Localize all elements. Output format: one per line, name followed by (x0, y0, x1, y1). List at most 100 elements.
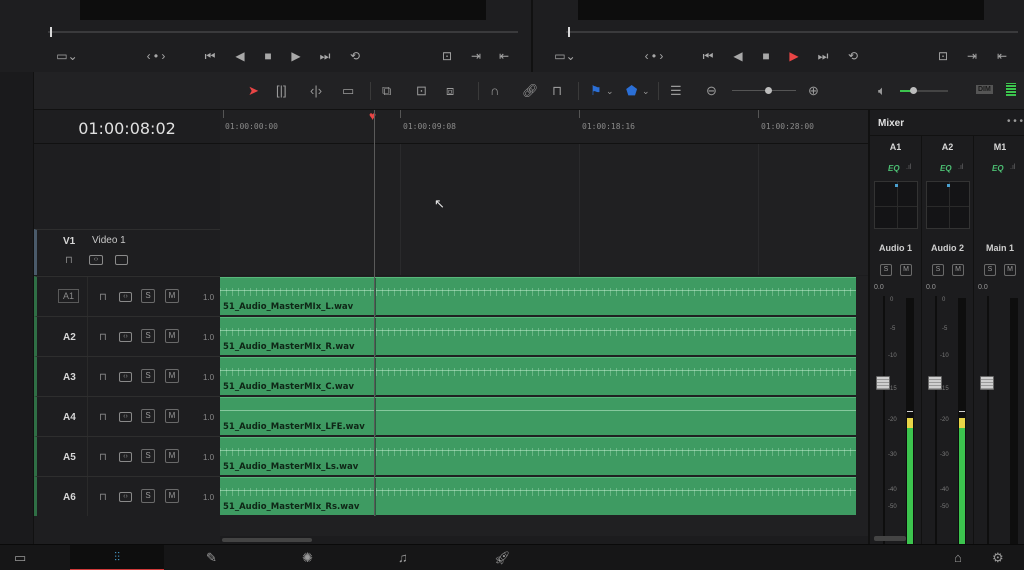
audio-clip[interactable]: 51_Audio_MasterMIx_Ls.wav (220, 437, 856, 476)
zoom-in-icon[interactable]: ⊕ (808, 83, 819, 99)
trim-tool-icon[interactable]: [|] (276, 83, 287, 99)
blade-tool-icon[interactable]: ▭ (342, 83, 354, 99)
color-page-icon[interactable]: ♫ (398, 550, 408, 565)
timeline-loop-icon[interactable]: ⟲ (844, 49, 862, 63)
fader-knob[interactable] (980, 376, 994, 390)
timeline-jog-icon[interactable]: ‹ • › (636, 49, 672, 63)
video-track-area[interactable]: ↖ (220, 144, 868, 275)
pan-control[interactable] (926, 181, 970, 229)
fusion-page-icon[interactable]: ✺ (302, 550, 313, 566)
source-play-icon[interactable]: ▶ (288, 49, 304, 63)
dynamic-trim-icon[interactable]: ‹|› (310, 83, 322, 99)
mute-button[interactable]: M (165, 409, 179, 423)
source-scrub-bar[interactable] (48, 31, 518, 33)
mute-button[interactable]: M (952, 264, 964, 276)
pan-control[interactable] (874, 181, 918, 229)
fader-track[interactable] (935, 296, 937, 548)
timeline-scrub-bar[interactable] (566, 31, 1018, 33)
solo-button[interactable]: S (141, 449, 155, 463)
timeline-match-frame-icon[interactable]: ⊡ (934, 49, 952, 63)
mute-button[interactable]: M (165, 449, 179, 463)
insert-clip-icon[interactable]: ⧉ (382, 83, 391, 99)
select-tool-icon[interactable]: ➤ (248, 83, 259, 99)
source-stop-icon[interactable]: ■ (260, 49, 276, 63)
solo-button[interactable]: S (141, 329, 155, 343)
auto-select-icon[interactable]: ‹› (119, 292, 132, 302)
zoom-slider-knob[interactable] (765, 87, 772, 94)
mute-button[interactable]: M (900, 264, 912, 276)
track-volume[interactable]: 1.0 (203, 413, 214, 422)
source-loop-icon[interactable]: ⟲ (346, 49, 364, 63)
snapping-icon[interactable]: ∩ (490, 83, 499, 99)
audio-track-header-a3[interactable]: A3 ⊓ ‹› S M 1.0 (34, 356, 220, 397)
track-volume[interactable]: 1.0 (203, 293, 214, 302)
track-lock-icon[interactable]: ⊓ (99, 492, 107, 504)
mute-button[interactable]: M (165, 369, 179, 383)
auto-select-icon[interactable]: ‹› (119, 332, 132, 342)
mixer-horizontal-scrollbar[interactable] (874, 536, 906, 541)
video-track-header-v1[interactable]: V1 Video 1 ⊓ ‹› (34, 229, 220, 275)
fader-track[interactable] (987, 296, 989, 548)
auto-select-icon[interactable]: ‹› (119, 452, 132, 462)
source-go-start-icon[interactable]: ⏮ (202, 49, 218, 63)
fader-track[interactable] (883, 296, 885, 548)
mute-button[interactable]: M (165, 329, 179, 343)
solo-button[interactable]: S (141, 289, 155, 303)
timeline-mark-in-icon[interactable]: ⇥ (964, 49, 980, 63)
dim-button[interactable]: DIM (976, 85, 993, 94)
timeline-go-end-icon[interactable]: ⏭ (814, 49, 832, 63)
audio-clip[interactable]: 51_Audio_MasterMIx_LFE.wav (220, 397, 856, 436)
eq-button[interactable]: EQ (888, 164, 900, 173)
solo-button[interactable]: S (141, 369, 155, 383)
audio-clip[interactable]: 51_Audio_MasterMIx_Rs.wav (220, 477, 856, 516)
marker-dropdown-icon[interactable]: ⌄ (642, 83, 650, 99)
audio-track-header-a6[interactable]: A6 ⊓ ‹› S M 1.0 (34, 476, 220, 517)
auto-select-icon[interactable]: ‹› (119, 492, 132, 502)
auto-select-icon[interactable]: ‹› (89, 255, 103, 265)
cut-page-icon[interactable]: ✎ (206, 550, 217, 566)
monitor-volume-knob[interactable] (910, 87, 917, 94)
timeline-viewer-mode-icon[interactable]: ▭⌄ (550, 49, 580, 63)
timeline-stop-icon[interactable]: ■ (758, 49, 774, 63)
volume-icon[interactable]: 🔈︎ (878, 83, 886, 99)
track-volume[interactable]: 1.0 (203, 373, 214, 382)
track-lock-icon[interactable]: ⊓ (65, 255, 73, 267)
timeline-play-reverse-icon[interactable]: ◀ (730, 49, 746, 63)
audio-track-header-a1[interactable]: A1 ⊓ ‹› S M 1.0 (34, 276, 220, 317)
track-name[interactable]: Video 1 (92, 235, 126, 246)
track-volume[interactable]: 1.0 (203, 493, 214, 502)
solo-button[interactable]: S (141, 489, 155, 503)
media-page-icon[interactable]: ▭ (14, 550, 26, 566)
source-jog-icon[interactable]: ‹ • › (138, 49, 174, 63)
mute-button[interactable]: M (165, 289, 179, 303)
marker-icon[interactable]: ⬟ (626, 83, 637, 99)
track-volume[interactable]: 1.0 (203, 333, 214, 342)
timeline-viewer[interactable] (578, 0, 984, 20)
source-play-reverse-icon[interactable]: ◀ (232, 49, 248, 63)
track-lock-icon[interactable]: ⊓ (99, 412, 107, 424)
auto-select-icon[interactable]: ‹› (119, 412, 132, 422)
playhead[interactable] (374, 110, 375, 516)
auto-select-icon[interactable]: ‹› (119, 372, 132, 382)
solo-button[interactable]: S (880, 264, 892, 276)
audio-track-area[interactable]: 51_Audio_MasterMIx_L.wav 51_Audio_Master… (220, 276, 868, 516)
track-lock-icon[interactable]: ⊓ (99, 292, 107, 304)
timeline-scrub-head[interactable] (568, 27, 570, 37)
video-enable-icon[interactable] (115, 255, 128, 265)
source-match-frame-icon[interactable]: ⊡ (438, 49, 456, 63)
mute-button[interactable]: M (165, 489, 179, 503)
timeline-horizontal-scrollbar[interactable] (220, 536, 868, 544)
audio-clip[interactable]: 51_Audio_MasterMIx_R.wav (220, 317, 856, 356)
zoom-slider[interactable] (732, 90, 796, 91)
track-lock-icon[interactable]: ⊓ (99, 372, 107, 384)
source-scrub-head[interactable] (50, 27, 52, 37)
overwrite-clip-icon[interactable]: ⊡ (416, 83, 427, 99)
audio-track-header-a2[interactable]: A2 ⊓ ‹› S M 1.0 (34, 316, 220, 357)
replace-clip-icon[interactable]: ⧈ (446, 83, 454, 99)
zoom-out-icon[interactable]: ⊖ (706, 83, 717, 99)
source-viewer-mode-icon[interactable]: ▭⌄ (52, 49, 82, 63)
linked-selection-icon[interactable]: 🔗︎ (522, 83, 539, 99)
eq-button[interactable]: EQ (992, 164, 1004, 173)
source-mark-in-icon[interactable]: ⇥ (468, 49, 484, 63)
mute-button[interactable]: M (1004, 264, 1016, 276)
